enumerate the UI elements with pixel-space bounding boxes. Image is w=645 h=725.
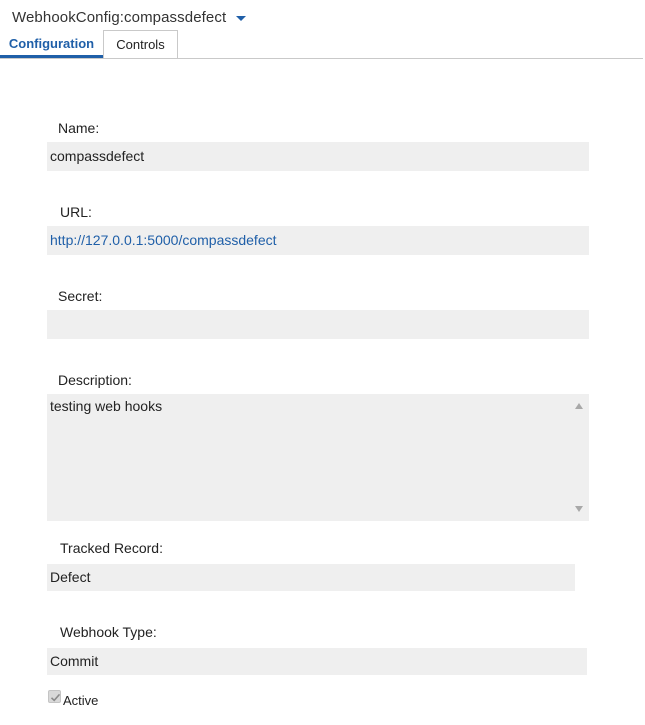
description-textarea[interactable]: testing web hooks xyxy=(47,394,589,521)
url-field[interactable]: http://127.0.0.1:5000/compassdefect xyxy=(47,226,589,255)
description-label: Description: xyxy=(58,372,132,388)
description-text: testing web hooks xyxy=(50,398,163,414)
name-field[interactable]: compassdefect xyxy=(47,142,589,171)
chevron-down-icon[interactable] xyxy=(236,16,247,21)
name-label: Name: xyxy=(58,120,100,136)
check-icon xyxy=(50,693,61,702)
active-label: Active xyxy=(63,693,99,708)
page-header: WebhookConfig:compassdefect xyxy=(12,6,247,28)
secret-field[interactable] xyxy=(47,310,589,339)
url-label: URL: xyxy=(60,204,92,220)
scroll-up-arrow-icon[interactable] xyxy=(575,403,583,409)
scroll-down-arrow-icon[interactable] xyxy=(575,506,583,512)
tab-configuration[interactable]: Configuration xyxy=(0,30,103,58)
tracked-record-label: Tracked Record: xyxy=(60,540,163,556)
secret-label: Secret: xyxy=(58,288,103,304)
webhook-type-label: Webhook Type: xyxy=(60,624,157,640)
tab-controls[interactable]: Controls xyxy=(103,30,178,58)
tab-bar: Configuration Controls xyxy=(0,30,643,59)
active-checkbox[interactable] xyxy=(48,690,61,703)
tracked-record-field[interactable]: Defect xyxy=(47,564,575,591)
webhook-type-field[interactable]: Commit xyxy=(47,648,587,675)
page-title: WebhookConfig:compassdefect xyxy=(12,8,227,26)
